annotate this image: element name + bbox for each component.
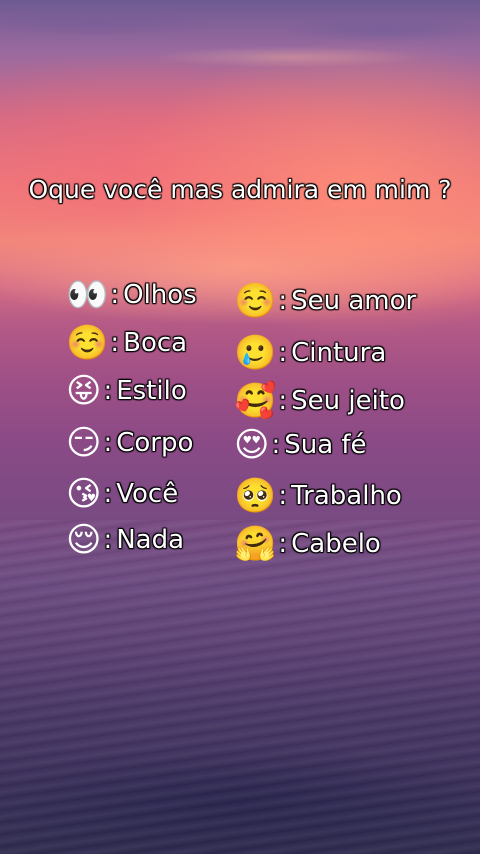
item-label: Cabelo bbox=[291, 529, 381, 559]
separator: : bbox=[103, 428, 113, 458]
separator: : bbox=[110, 280, 120, 310]
item-label: Cintura bbox=[291, 338, 387, 368]
list-item: ☺️ : Seu amor bbox=[234, 278, 416, 324]
item-label: Seu amor bbox=[291, 286, 417, 316]
hugging-face-icon: 🤗 bbox=[234, 524, 277, 564]
list-item: 🥲 : Cintura bbox=[234, 330, 386, 376]
separator: : bbox=[110, 328, 120, 358]
list-item: ☺️ : Boca bbox=[66, 320, 187, 366]
kiss-icon: 😘 bbox=[66, 474, 102, 514]
list-item: 🤗 : Cabelo bbox=[234, 521, 381, 567]
item-label: Nada bbox=[116, 525, 185, 555]
list-item: 😝 : Estilo bbox=[66, 368, 187, 414]
heart-eyes-icon: 😍 bbox=[234, 425, 270, 465]
eyes-icon: 👀 bbox=[66, 275, 109, 315]
list-item: 🥺 : Trabalho bbox=[234, 473, 402, 519]
separator: : bbox=[278, 386, 288, 416]
separator: : bbox=[271, 430, 281, 460]
clouds bbox=[0, 0, 480, 300]
separator: : bbox=[103, 376, 113, 406]
list-item: 😘 : Você bbox=[66, 471, 178, 517]
item-label: Boca bbox=[123, 328, 188, 358]
relieved-face-icon: 😌 bbox=[66, 520, 102, 560]
separator: : bbox=[278, 286, 288, 316]
smiling-face-icon: ☺️ bbox=[66, 323, 109, 363]
separator: : bbox=[278, 529, 288, 559]
list-item: 😏 : Corpo bbox=[66, 420, 193, 466]
pleading-face-icon: 🥺 bbox=[234, 476, 277, 516]
separator: : bbox=[103, 479, 113, 509]
smiling-face-icon: ☺️ bbox=[234, 281, 277, 321]
separator: : bbox=[103, 525, 113, 555]
item-label: Estilo bbox=[116, 376, 187, 406]
tongue-out-icon: 😝 bbox=[66, 371, 102, 411]
smiling-tear-icon: 🥲 bbox=[234, 333, 277, 373]
item-label: Trabalho bbox=[291, 481, 402, 511]
separator: : bbox=[278, 338, 288, 368]
item-label: Você bbox=[116, 479, 179, 509]
item-label: Sua fé bbox=[284, 430, 367, 460]
list-item: 😍 : Sua fé bbox=[234, 422, 367, 468]
sea-waves bbox=[0, 520, 480, 854]
question-title: Oque você mas admira em mim ? bbox=[28, 175, 452, 204]
list-item: 😌 : Nada bbox=[66, 517, 184, 563]
item-label: Corpo bbox=[116, 428, 194, 458]
list-item: 🥰 : Seu jeito bbox=[234, 378, 405, 424]
item-label: Seu jeito bbox=[291, 386, 405, 416]
separator: : bbox=[278, 481, 288, 511]
smirk-icon: 😏 bbox=[66, 423, 102, 463]
hearts-face-icon: 🥰 bbox=[234, 381, 277, 421]
item-label: Olhos bbox=[123, 280, 197, 310]
list-item: 👀 : Olhos bbox=[66, 272, 197, 318]
